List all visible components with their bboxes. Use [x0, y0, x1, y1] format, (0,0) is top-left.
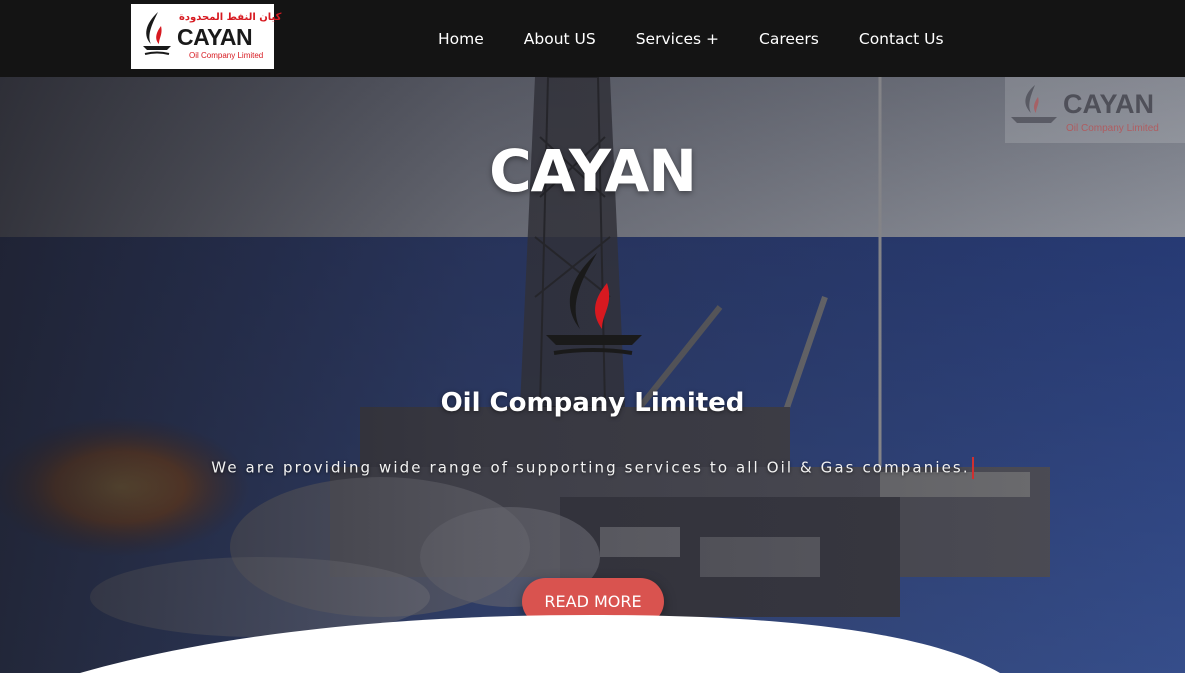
- nav-services[interactable]: Services +: [616, 30, 739, 48]
- main-nav: Home About US Services + Careers Contact…: [418, 0, 964, 77]
- site-logo[interactable]: كيان النفط المحدودة CAYAN Oil Company Li…: [131, 4, 281, 69]
- watermark-subtitle: Oil Company Limited: [1066, 123, 1159, 134]
- nav-careers[interactable]: Careers: [739, 30, 839, 48]
- nav-contact-us[interactable]: Contact Us: [839, 30, 964, 48]
- hero-tagline-text: We are providing wide range of supportin…: [211, 458, 970, 477]
- nav-home[interactable]: Home: [418, 30, 504, 48]
- hero-bottom-wave: [80, 615, 1000, 673]
- logo-subtitle: Oil Company Limited: [189, 51, 264, 60]
- hero-tagline: We are providing wide range of supportin…: [0, 457, 1185, 479]
- hero-section: CAYAN Oil Company Limited CAYAN Oil Comp…: [0, 77, 1185, 673]
- watermark-name: CAYAN: [1063, 89, 1155, 119]
- nav-about-us[interactable]: About US: [504, 30, 616, 48]
- typing-cursor: [971, 457, 974, 479]
- logo-name: CAYAN: [177, 24, 253, 50]
- hero-subtitle: Oil Company Limited: [440, 388, 745, 418]
- watermark-logo: CAYAN Oil Company Limited: [1005, 77, 1185, 143]
- logo-arabic-text: كيان النفط المحدودة: [179, 12, 282, 23]
- flame-drop-icon: [546, 253, 642, 355]
- site-header: كيان النفط المحدودة CAYAN Oil Company Li…: [0, 0, 1185, 77]
- flame-drop-icon: [1011, 85, 1057, 123]
- hero-title: CAYAN: [489, 137, 697, 205]
